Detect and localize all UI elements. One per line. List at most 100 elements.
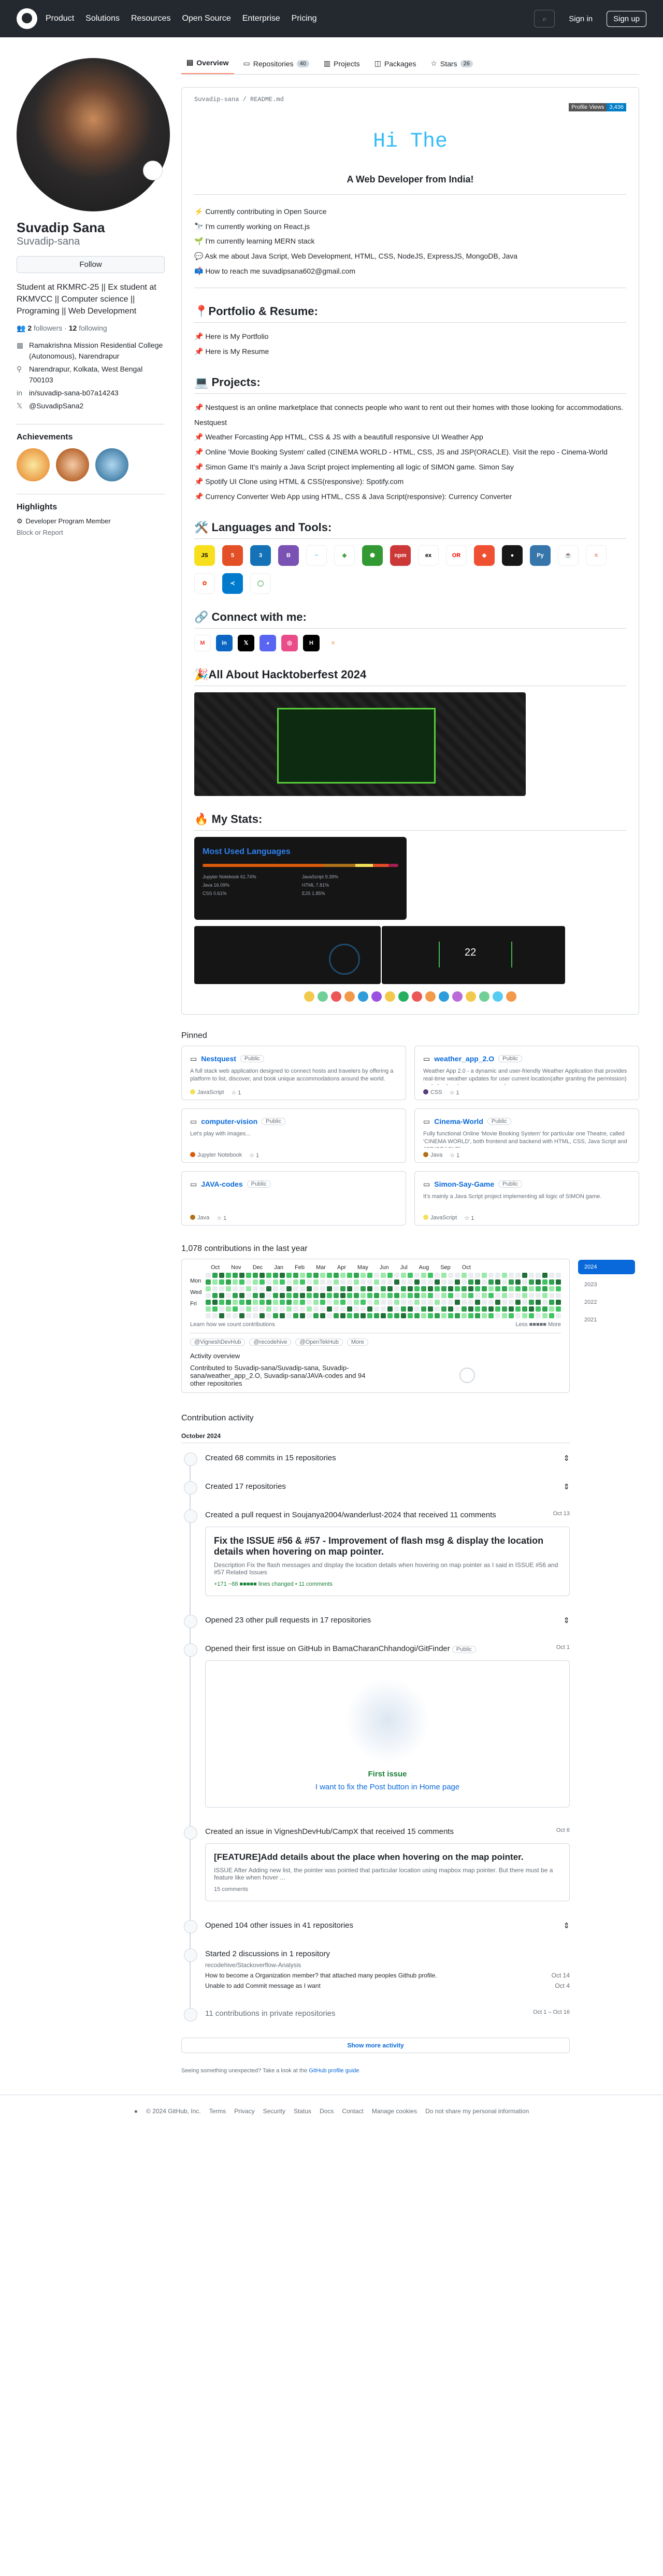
year-2023[interactable]: 2023 bbox=[578, 1277, 635, 1292]
footer-link[interactable]: Do not share my personal information bbox=[425, 2108, 529, 2115]
contribution-cell[interactable] bbox=[549, 1286, 554, 1291]
contribution-cell[interactable] bbox=[495, 1292, 500, 1298]
search-icon[interactable]: ⌕ bbox=[534, 10, 555, 27]
contribution-cell[interactable] bbox=[401, 1313, 406, 1318]
contribution-cell[interactable] bbox=[313, 1279, 319, 1285]
contribution-cell[interactable] bbox=[320, 1272, 325, 1278]
contribution-cell[interactable] bbox=[212, 1306, 218, 1312]
contribution-cell[interactable] bbox=[354, 1272, 359, 1278]
contribution-cell[interactable] bbox=[219, 1272, 224, 1278]
git-icon[interactable]: ◆ bbox=[474, 545, 495, 566]
contribution-cell[interactable] bbox=[401, 1272, 406, 1278]
contribution-cell[interactable] bbox=[212, 1286, 218, 1291]
contribution-cell[interactable] bbox=[414, 1292, 420, 1298]
contribution-cell[interactable] bbox=[441, 1292, 446, 1298]
contribution-cell[interactable] bbox=[226, 1292, 231, 1298]
contribution-cell[interactable] bbox=[556, 1286, 561, 1291]
star-count[interactable]: ☆ 1 bbox=[464, 1215, 474, 1221]
contribution-cell[interactable] bbox=[273, 1313, 278, 1318]
contribution-cell[interactable] bbox=[414, 1279, 420, 1285]
contribution-cell[interactable] bbox=[212, 1313, 218, 1318]
contribution-cell[interactable] bbox=[515, 1279, 521, 1285]
contribution-cell[interactable] bbox=[286, 1313, 292, 1318]
repo-link[interactable]: JAVA-codes bbox=[201, 1180, 242, 1188]
contribution-cell[interactable] bbox=[408, 1272, 413, 1278]
contribution-cell[interactable] bbox=[273, 1272, 278, 1278]
contribution-cell[interactable] bbox=[307, 1313, 312, 1318]
following-label[interactable]: following bbox=[79, 324, 107, 332]
contribution-cell[interactable] bbox=[509, 1286, 514, 1291]
contribution-cell[interactable] bbox=[246, 1306, 251, 1312]
contribution-cell[interactable] bbox=[266, 1272, 271, 1278]
contribution-cell[interactable] bbox=[462, 1286, 467, 1291]
footer-link[interactable]: Manage cookies bbox=[372, 2108, 417, 2115]
contribution-cell[interactable] bbox=[300, 1292, 305, 1298]
contribution-cell[interactable] bbox=[421, 1306, 426, 1312]
contribution-cell[interactable] bbox=[401, 1286, 406, 1291]
activity-repos[interactable]: Created 17 repositories ⇕ bbox=[184, 1481, 570, 1495]
discord-icon[interactable]: ◕ bbox=[260, 634, 276, 651]
contribution-cell[interactable] bbox=[293, 1292, 298, 1298]
contribution-cell[interactable] bbox=[448, 1286, 453, 1291]
contribution-cell[interactable] bbox=[226, 1313, 231, 1318]
contribution-cell[interactable] bbox=[421, 1299, 426, 1305]
contribution-cell[interactable] bbox=[495, 1306, 500, 1312]
contribution-cell[interactable] bbox=[522, 1286, 527, 1291]
contribution-cell[interactable] bbox=[219, 1299, 224, 1305]
contribution-cell[interactable] bbox=[239, 1272, 244, 1278]
contribution-cell[interactable] bbox=[300, 1279, 305, 1285]
contribution-cell[interactable] bbox=[293, 1299, 298, 1305]
contribution-cell[interactable] bbox=[347, 1279, 352, 1285]
linkedin-social-icon[interactable]: in bbox=[216, 634, 233, 651]
contribution-cell[interactable] bbox=[462, 1306, 467, 1312]
express-icon[interactable]: ex bbox=[418, 545, 439, 566]
contribution-cell[interactable] bbox=[394, 1313, 399, 1318]
contribution-cell[interactable] bbox=[435, 1279, 440, 1285]
contribution-cell[interactable] bbox=[246, 1286, 251, 1291]
contribution-cell[interactable] bbox=[502, 1279, 507, 1285]
contribution-cell[interactable] bbox=[502, 1306, 507, 1312]
contribution-cell[interactable] bbox=[435, 1292, 440, 1298]
contribution-cell[interactable] bbox=[536, 1313, 541, 1318]
contribution-cell[interactable] bbox=[408, 1292, 413, 1298]
contribution-cell[interactable] bbox=[549, 1299, 554, 1305]
contribution-cell[interactable] bbox=[495, 1272, 500, 1278]
contribution-cell[interactable] bbox=[515, 1299, 521, 1305]
contribution-cell[interactable] bbox=[475, 1279, 480, 1285]
contribution-cell[interactable] bbox=[495, 1313, 500, 1318]
contribution-cell[interactable] bbox=[233, 1272, 238, 1278]
contribution-cell[interactable] bbox=[468, 1286, 473, 1291]
contribution-cell[interactable] bbox=[495, 1299, 500, 1305]
expand-icon[interactable]: ⇕ bbox=[563, 1482, 570, 1491]
contribution-cell[interactable] bbox=[260, 1313, 265, 1318]
contribution-cell[interactable] bbox=[536, 1299, 541, 1305]
contribution-cell[interactable] bbox=[448, 1279, 453, 1285]
contribution-cell[interactable] bbox=[556, 1292, 561, 1298]
contribution-cell[interactable] bbox=[361, 1279, 366, 1285]
contribution-cell[interactable] bbox=[300, 1313, 305, 1318]
contribution-cell[interactable] bbox=[361, 1299, 366, 1305]
pr-title[interactable]: Fix the ISSUE #56 & #57 - Improvement of… bbox=[214, 1535, 561, 1557]
contribution-cell[interactable] bbox=[448, 1272, 453, 1278]
contribution-cell[interactable] bbox=[293, 1313, 298, 1318]
contribution-cell[interactable] bbox=[448, 1299, 453, 1305]
contribution-cell[interactable] bbox=[556, 1279, 561, 1285]
contribution-cell[interactable] bbox=[246, 1292, 251, 1298]
contribution-cell[interactable] bbox=[293, 1279, 298, 1285]
mongodb-icon[interactable]: ◆ bbox=[334, 545, 355, 566]
contribution-cell[interactable] bbox=[327, 1313, 332, 1318]
year-2022[interactable]: 2022 bbox=[578, 1295, 635, 1310]
contribution-cell[interactable] bbox=[435, 1306, 440, 1312]
contribution-cell[interactable] bbox=[529, 1313, 534, 1318]
contribution-cell[interactable] bbox=[428, 1313, 433, 1318]
tab-packages[interactable]: ◫ Packages bbox=[369, 55, 422, 74]
contribution-cell[interactable] bbox=[367, 1279, 372, 1285]
contribution-cell[interactable] bbox=[206, 1313, 211, 1318]
twitter-link[interactable]: @SuvadipSana2 bbox=[29, 401, 83, 411]
contribution-cell[interactable] bbox=[482, 1272, 487, 1278]
contribution-cell[interactable] bbox=[260, 1306, 265, 1312]
contribution-cell[interactable] bbox=[273, 1279, 278, 1285]
contribution-cell[interactable] bbox=[414, 1286, 420, 1291]
contribution-cell[interactable] bbox=[542, 1299, 547, 1305]
contribution-cell[interactable] bbox=[482, 1279, 487, 1285]
